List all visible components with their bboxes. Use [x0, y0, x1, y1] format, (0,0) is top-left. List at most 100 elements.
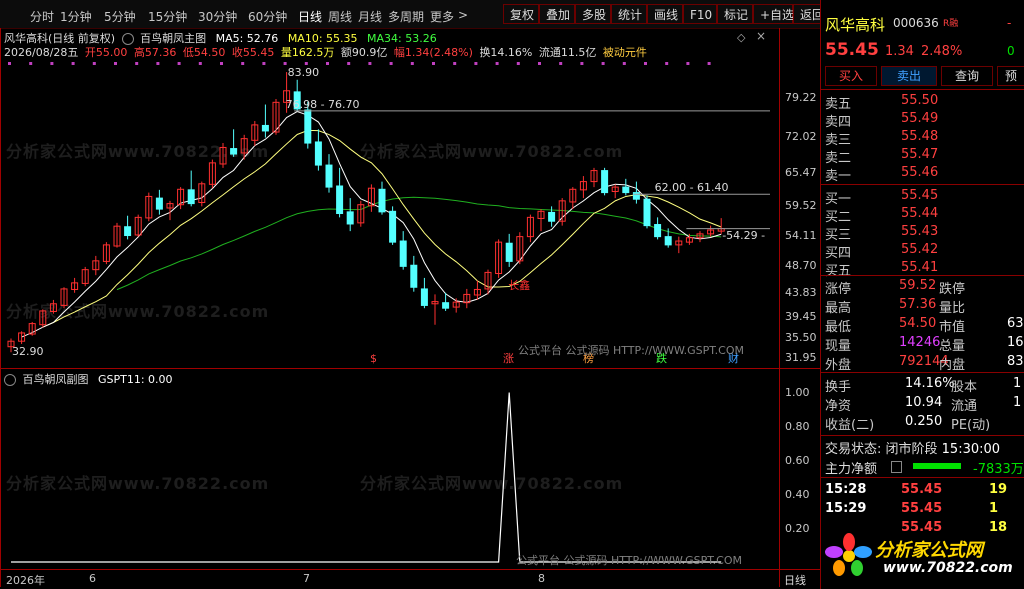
period-tab[interactable]: 30分钟	[198, 8, 237, 25]
stat-cell: 14246	[899, 335, 941, 350]
candlestick-chart[interactable]: 83.90 76.98 - 76.70 62.00 - 61.40 -54.29 - 3…	[0, 58, 780, 368]
top-marker-dot	[686, 62, 690, 65]
toolbar-button[interactable]: 统计	[611, 4, 647, 24]
panel-price: 55.45	[825, 40, 879, 60]
stat-cell: 最高	[825, 301, 852, 316]
panel-sep	[821, 275, 1024, 276]
stock-name: 风华高科	[825, 16, 886, 34]
candle-body	[399, 240, 407, 267]
y-tick: 79.22	[785, 90, 817, 104]
period-tab[interactable]: 多周期	[388, 8, 424, 25]
order-level-price[interactable]: 55.46	[901, 165, 938, 180]
x-label-year: 2026年	[6, 574, 45, 587]
logo-text: 分析家公式网	[875, 540, 983, 561]
x-label-7: 7	[303, 572, 310, 585]
candle-body	[124, 226, 132, 237]
stock-code: 000636	[893, 16, 939, 30]
top-marker-dot	[368, 62, 372, 65]
gspt11-line	[11, 392, 722, 563]
toolbar-button[interactable]: 叠加	[539, 4, 575, 24]
toolbar-button[interactable]: 复权	[503, 4, 539, 24]
y-tick: 43.83	[785, 285, 817, 299]
panel-sep	[821, 89, 1024, 90]
order-level-price[interactable]: 55.42	[901, 242, 938, 257]
order-level-price[interactable]: 55.41	[901, 260, 938, 275]
tick-cell: 55.45	[901, 482, 943, 497]
range-label-2: 62.00 - 61.40	[655, 181, 729, 194]
stat-cell: 54.50	[899, 316, 937, 331]
period-tag[interactable]: 日线	[784, 572, 806, 588]
y-axis-border	[779, 28, 780, 587]
stat-cell: 总量	[939, 339, 966, 354]
main-force-bar	[913, 463, 961, 469]
top-marker-dot	[114, 62, 117, 65]
fundamental-cell: PE(动)	[951, 418, 991, 433]
sub-gear-icon[interactable]	[4, 374, 16, 386]
sub-y-tick: 0.80	[785, 420, 810, 434]
stat-cell: 现量	[825, 339, 852, 354]
toolbar-button[interactable]: 标记	[717, 4, 753, 24]
period-tab[interactable]: 1分钟	[60, 8, 92, 25]
period-tab[interactable]: 更多	[430, 8, 454, 25]
candle-body	[420, 288, 428, 306]
tick-cell: 15:29	[825, 501, 867, 516]
top-marker-dot	[622, 62, 626, 65]
stat-cell: 83	[1007, 354, 1024, 369]
query-button[interactable]: 查询	[941, 66, 993, 86]
fundamental-cell: 10.94	[905, 395, 943, 410]
panel-sep	[821, 435, 1024, 436]
order-level-price[interactable]: 55.44	[901, 206, 938, 221]
toolbar-button[interactable]: 多股	[575, 4, 611, 24]
chart-close-icon[interactable]: ×	[756, 29, 766, 43]
order-level-label: 买二	[825, 210, 852, 225]
period-tab[interactable]: 15分钟	[148, 8, 187, 25]
diamond-icon[interactable]: ◇	[737, 31, 745, 44]
list-icon[interactable]	[891, 461, 902, 473]
period-tab[interactable]: 5分钟	[104, 8, 136, 25]
pane-divider	[0, 368, 820, 369]
order-level-price[interactable]: 55.45	[901, 188, 938, 203]
y-tick: 59.52	[785, 199, 817, 213]
order-level-price[interactable]: 55.48	[901, 129, 938, 144]
stat-cell: 16	[1007, 335, 1024, 350]
candle-body	[325, 164, 333, 188]
more-button[interactable]: 预	[997, 66, 1024, 86]
period-tab[interactable]: 日线	[298, 8, 322, 25]
sub-indicator-name[interactable]: 百鸟朝凤副图	[23, 373, 89, 386]
period-tab[interactable]: 月线	[358, 8, 382, 25]
top-marker-dot	[453, 62, 457, 65]
quote-panel: 风华高科 000636 R融 55.45 1.34 2.48% - 0 买入 卖…	[820, 0, 1024, 589]
sub-source-text: 公式平台 公式源码 HTTP://WWW.GSPT.COM	[516, 553, 742, 567]
main-force-label: 主力净额	[825, 462, 878, 477]
toolbar-button[interactable]: 画线	[647, 4, 683, 24]
stat-cell: 跌停	[939, 282, 966, 297]
period-tab[interactable]: 60分钟	[248, 8, 287, 25]
y-tick: 31.95	[785, 351, 817, 364]
top-marker-dot	[389, 62, 393, 65]
order-level-price[interactable]: 55.47	[901, 147, 938, 162]
fundamental-cell: 0.250	[905, 414, 943, 429]
order-level-price[interactable]: 55.43	[901, 224, 938, 239]
tick-cell: 15:28	[825, 482, 867, 497]
stat-cell: 59.52	[899, 278, 937, 293]
order-level-label: 买四	[825, 246, 852, 261]
period-tab[interactable]: 分时	[30, 8, 54, 25]
period-tab[interactable]: 周线	[328, 8, 352, 25]
tick-cell: 55.45	[901, 501, 943, 516]
order-level-price[interactable]: 55.50	[901, 93, 938, 108]
stat-cell: 量比	[939, 301, 966, 316]
toolbar-button[interactable]: +自选	[753, 4, 794, 24]
last-price-label: -54.29 -	[722, 229, 765, 242]
sub-indicator-chart[interactable]: 公式平台 公式源码 HTTP://WWW.GSPT.COM	[0, 384, 780, 568]
y-tick: 35.50	[785, 331, 817, 345]
sell-button[interactable]: 卖出	[881, 66, 937, 86]
top-marker-dot	[283, 62, 287, 65]
candle-body	[664, 236, 672, 246]
order-level-price[interactable]: 55.49	[901, 111, 938, 126]
top-marker-dot	[29, 62, 33, 65]
toolbar-button[interactable]: F10	[683, 4, 717, 24]
buy-button[interactable]: 买入	[825, 66, 877, 86]
more-arrow-icon[interactable]: >	[458, 8, 468, 22]
top-marker-dot	[432, 62, 435, 65]
x-axis-border	[0, 569, 820, 570]
